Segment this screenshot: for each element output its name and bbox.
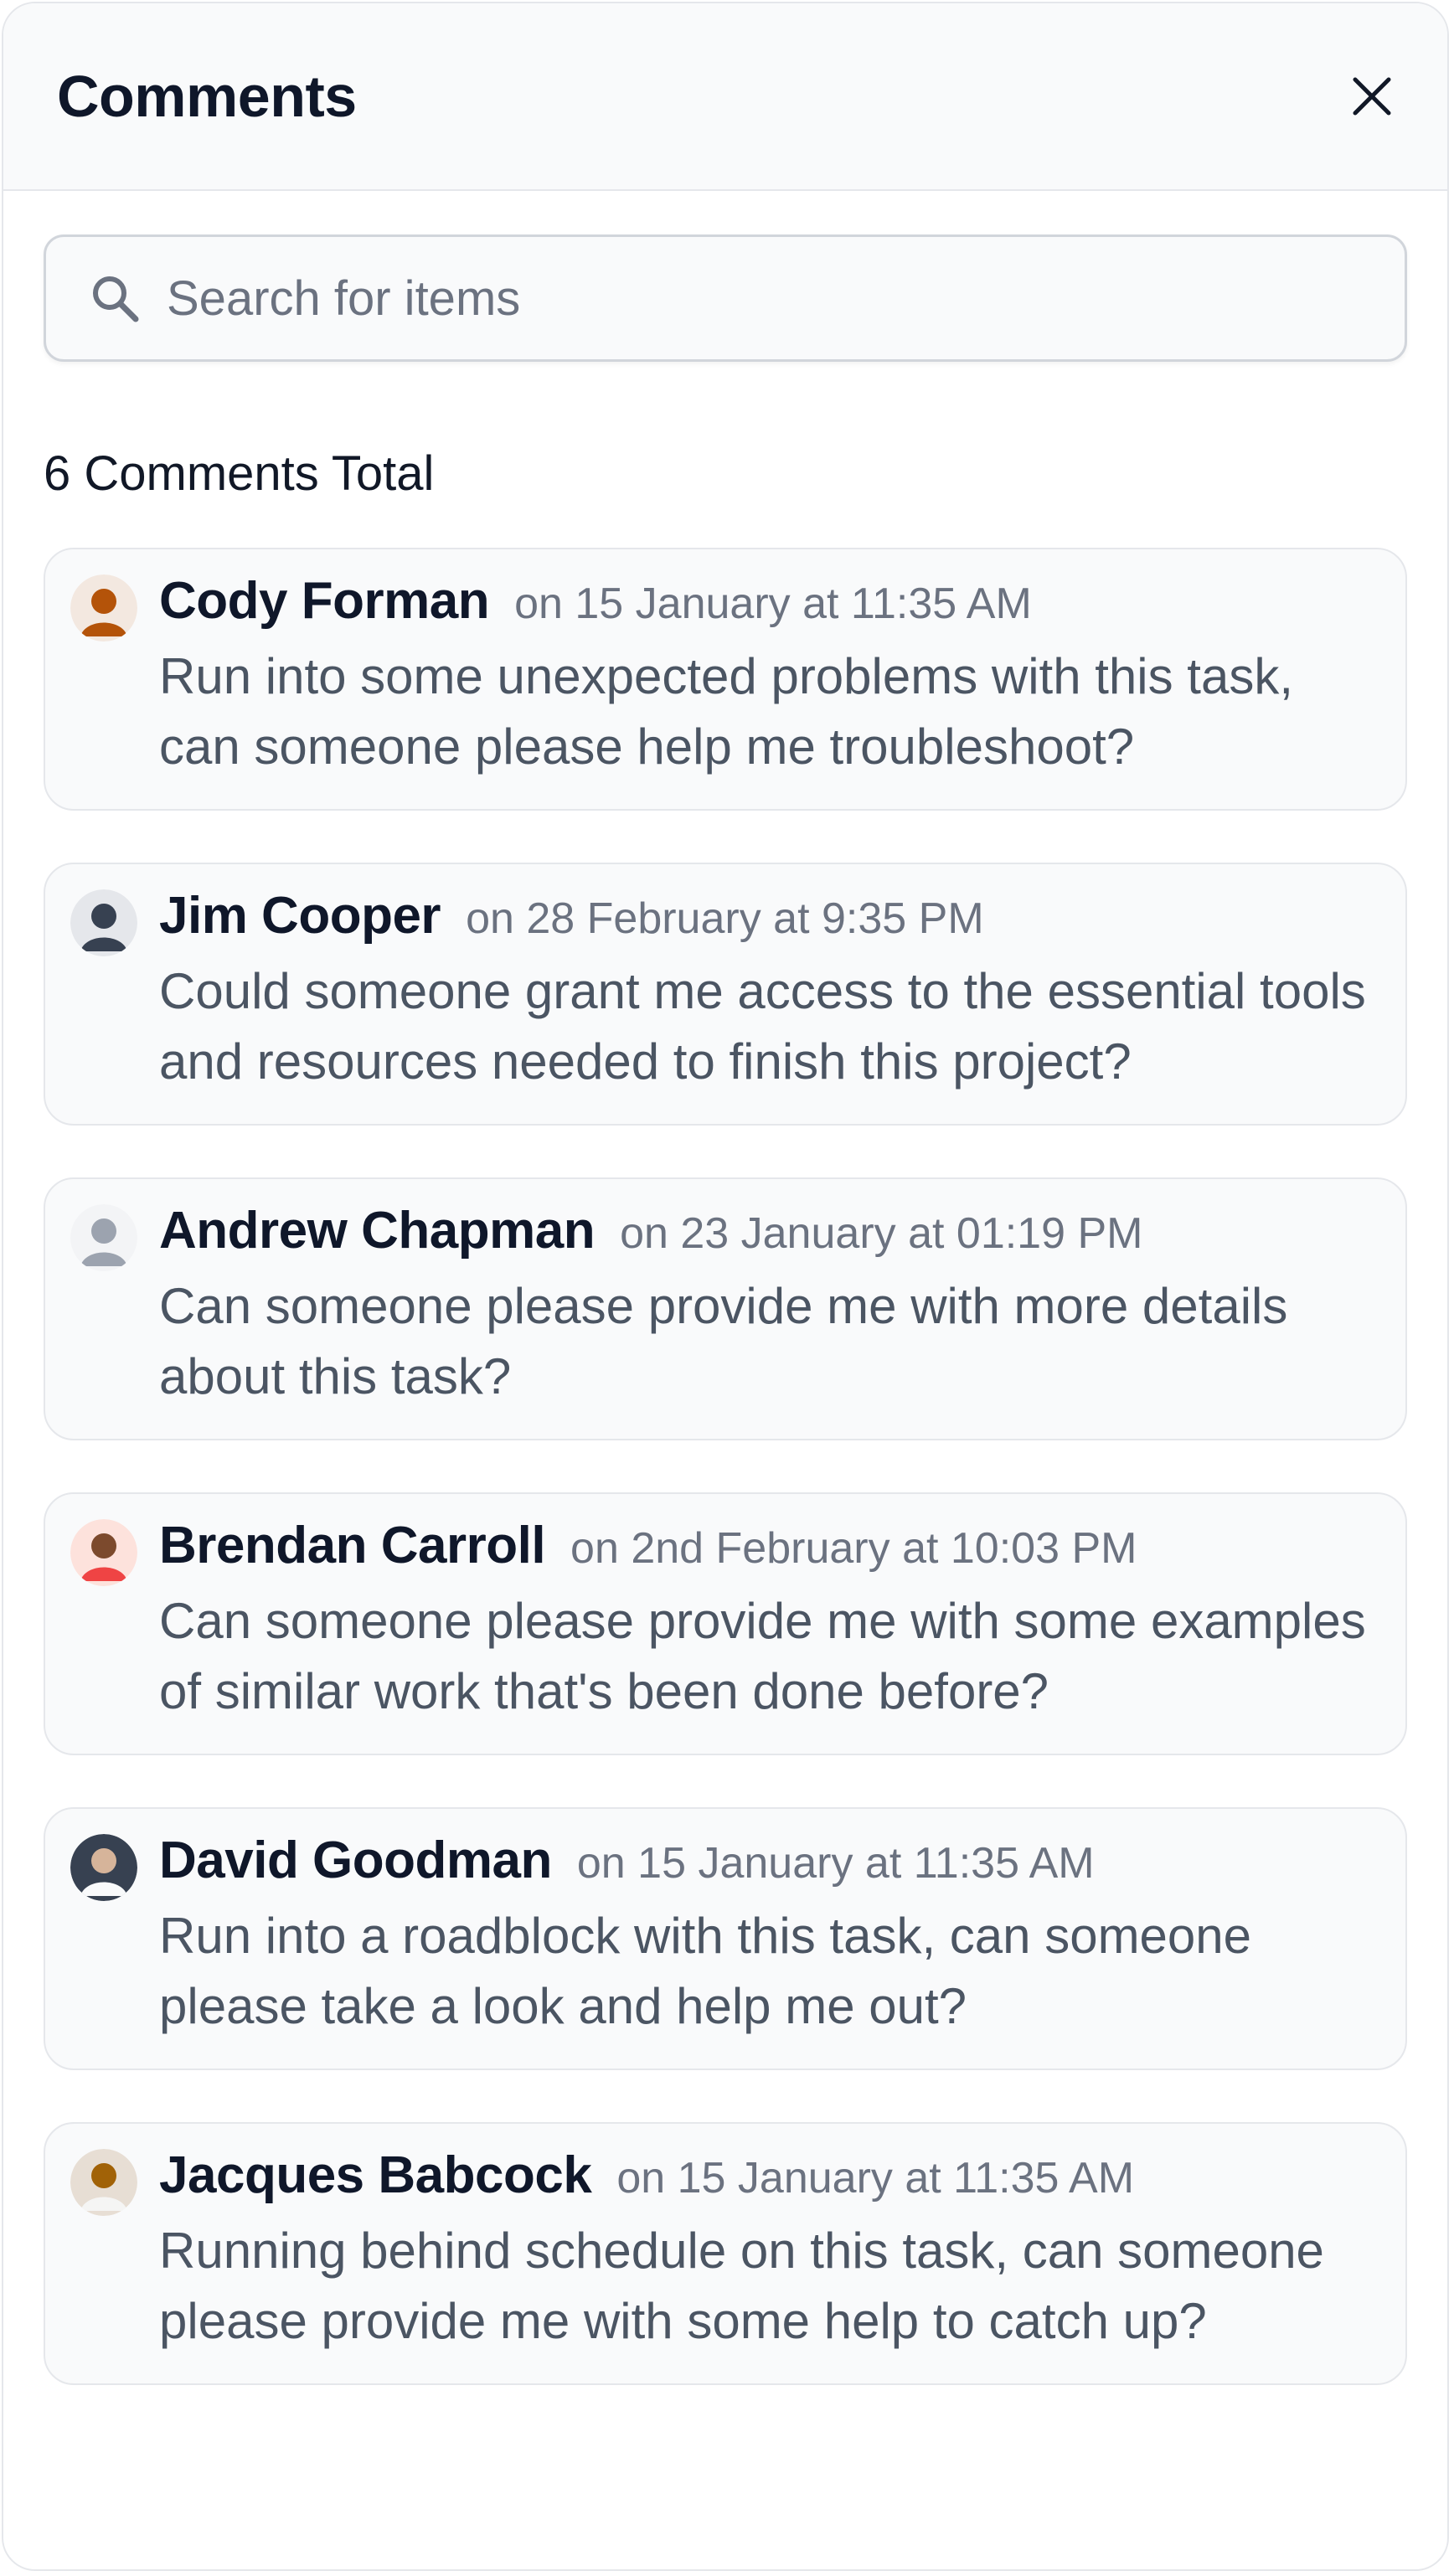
close-button[interactable] <box>1338 63 1405 130</box>
comment-author[interactable]: Brendan Carroll <box>159 1516 546 1575</box>
comment-card: David Goodman on 15 January at 11:35 AM … <box>44 1807 1407 2070</box>
comments-total: 6 Comments Total <box>44 446 435 501</box>
comment-timestamp: on 15 January at 11:35 AM <box>616 2154 1135 2202</box>
comment-timestamp: on 15 January at 11:35 AM <box>576 1839 1095 1888</box>
comment-body: Jim Cooper on 28 February at 9:35 PM Cou… <box>159 886 1377 1097</box>
comment-meta: Jim Cooper on 28 February at 9:35 PM <box>159 886 1377 956</box>
comment-card: Brendan Carroll on 2nd February at 10:03… <box>44 1492 1407 1755</box>
comment-card: Andrew Chapman on 23 January at 01:19 PM… <box>44 1177 1407 1440</box>
panel-header: Comments <box>3 3 1447 191</box>
comment-author[interactable]: David Goodman <box>159 1831 552 1890</box>
comment-meta: Cody Forman on 15 January at 11:35 AM <box>159 571 1377 641</box>
comment-author[interactable]: Jim Cooper <box>159 886 441 945</box>
close-icon <box>1353 77 1391 116</box>
avatar <box>70 574 137 641</box>
avatar <box>70 2149 137 2216</box>
avatar <box>70 1519 137 1586</box>
comment-timestamp: on 2nd February at 10:03 PM <box>570 1524 1137 1573</box>
comment-author[interactable]: Andrew Chapman <box>159 1201 596 1260</box>
comments-list: Cody Forman on 15 January at 11:35 AM Ru… <box>44 548 1407 2385</box>
comment-card: Cody Forman on 15 January at 11:35 AM Ru… <box>44 548 1407 811</box>
comment-text: Can someone please provide me with some … <box>159 1593 1366 1719</box>
panel-title: Comments <box>57 64 357 129</box>
comment-card: Jacques Babcock on 15 January at 11:35 A… <box>44 2122 1407 2385</box>
comment-meta: Jacques Babcock on 15 January at 11:35 A… <box>159 2146 1377 2216</box>
search-box[interactable] <box>44 234 1407 362</box>
comment-text: Run into a roadblock with this task, can… <box>159 1908 1252 2034</box>
comment-meta: Brendan Carroll on 2nd February at 10:03… <box>159 1516 1377 1586</box>
avatar <box>70 1834 137 1901</box>
comment-timestamp: on 23 January at 01:19 PM <box>620 1209 1143 1258</box>
avatar-head <box>91 589 116 614</box>
comment-meta: David Goodman on 15 January at 11:35 AM <box>159 1831 1377 1901</box>
search-input[interactable] <box>165 269 1341 327</box>
comment-body: Cody Forman on 15 January at 11:35 AM Ru… <box>159 571 1377 782</box>
search-icon <box>93 276 139 322</box>
panel-content: 6 Comments Total Cody Forman on 15 Janua… <box>3 191 1447 2385</box>
comment-body: Andrew Chapman on 23 January at 01:19 PM… <box>159 1201 1377 1412</box>
comment-text: Running behind schedule on this task, ca… <box>159 2223 1324 2349</box>
comment-author[interactable]: Jacques Babcock <box>159 2146 592 2205</box>
avatar <box>70 889 137 956</box>
comment-body: Brendan Carroll on 2nd February at 10:03… <box>159 1516 1377 1727</box>
comment-body: David Goodman on 15 January at 11:35 AM … <box>159 1831 1377 2042</box>
comment-author[interactable]: Cody Forman <box>159 571 490 631</box>
comment-text: Run into some unexpected problems with t… <box>159 648 1294 775</box>
comment-timestamp: on 28 February at 9:35 PM <box>466 894 984 943</box>
comments-panel: Comments 6 Comments Total <box>2 2 1449 2571</box>
avatar <box>70 1204 137 1271</box>
comment-body: Jacques Babcock on 15 January at 11:35 A… <box>159 2146 1377 2357</box>
comment-text: Could someone grant me access to the ess… <box>159 963 1366 1090</box>
comment-timestamp: on 15 January at 11:35 AM <box>514 580 1032 628</box>
comment-text: Can someone please provide me with more … <box>159 1278 1288 1404</box>
comment-card: Jim Cooper on 28 February at 9:35 PM Cou… <box>44 863 1407 1126</box>
comment-meta: Andrew Chapman on 23 January at 01:19 PM <box>159 1201 1377 1271</box>
